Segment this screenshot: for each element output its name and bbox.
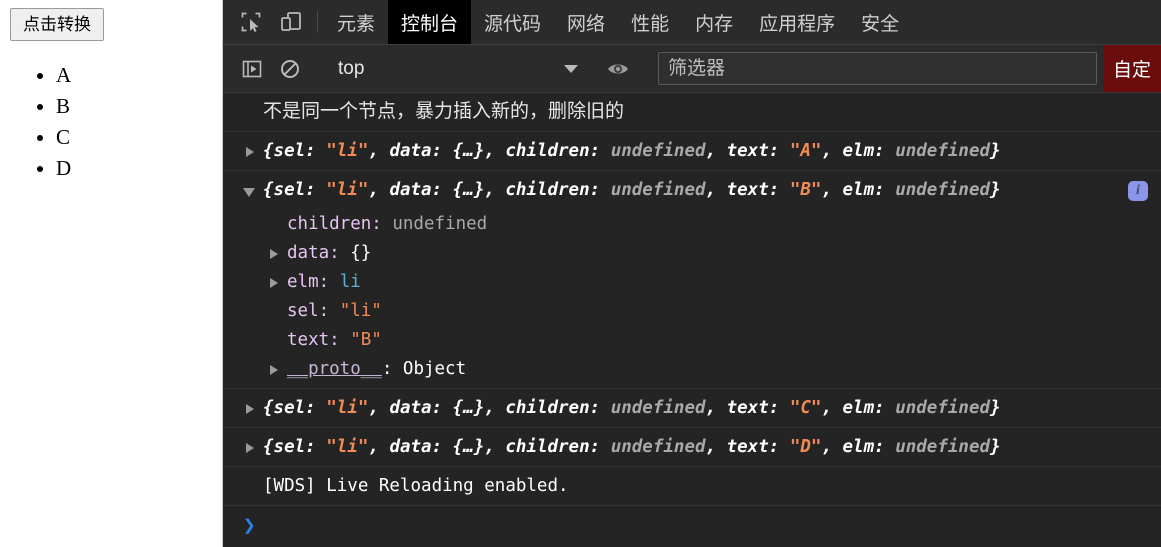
tab-elements[interactable]: 元素: [324, 0, 388, 44]
devtools-panel: 元素 控制台 源代码 网络 性能 内存 应用程序 安全 top 筛选器 自定 不…: [223, 0, 1161, 547]
tab-memory[interactable]: 内存: [682, 0, 746, 44]
prompt-caret-icon: ❯: [243, 512, 256, 537]
object-property: sel: "li": [287, 301, 382, 321]
chevron-down-icon: [564, 64, 578, 73]
console-message[interactable]: {sel: "li", data: {…}, children: undefin…: [223, 389, 1161, 428]
console-message-expanded[interactable]: {sel: "li", data: {…}, children: undefin…: [223, 171, 1161, 389]
tab-console[interactable]: 控制台: [388, 0, 472, 44]
letter-list: A B C D: [0, 60, 71, 184]
log-level-button[interactable]: 自定: [1102, 45, 1161, 92]
convert-button[interactable]: 点击转换: [10, 8, 104, 41]
object-property: data: {}: [287, 243, 372, 263]
console-message-list[interactable]: 不是同一个节点，暴力插入新的，删除旧的 {sel: "li", data: {……: [223, 93, 1161, 547]
console-message[interactable]: {sel: "li", data: {…}, children: undefin…: [223, 428, 1161, 467]
object-property-row[interactable]: elm: li: [223, 268, 1161, 297]
console-filterbar: top 自定: [223, 45, 1161, 93]
object-property-row[interactable]: sel: "li": [223, 297, 1161, 326]
tab-security[interactable]: 安全: [848, 0, 912, 44]
console-message[interactable]: {sel: "li", data: {…}, children: undefin…: [223, 132, 1161, 171]
object-property-row[interactable]: children: undefined: [223, 210, 1161, 239]
live-expression-eye-icon[interactable]: [599, 50, 637, 88]
object-proto-row[interactable]: __proto__: Object: [223, 355, 1161, 384]
console-message-text: 不是同一个节点，暴力插入新的，删除旧的: [263, 101, 625, 122]
object-preview: {sel: "li", data: {…}, children: undefin…: [263, 141, 1001, 161]
info-icon[interactable]: i: [1128, 181, 1148, 201]
console-message[interactable]: [WDS] Live Reloading enabled.: [223, 467, 1161, 506]
object-property-row[interactable]: text: "B": [223, 326, 1161, 355]
object-preview: {sel: "li", data: {…}, children: undefin…: [263, 437, 1001, 457]
tab-sources[interactable]: 源代码: [471, 0, 554, 44]
devtools-tabbar: 元素 控制台 源代码 网络 性能 内存 应用程序 安全: [223, 0, 1161, 45]
execution-context-label: top: [338, 57, 365, 79]
screen: 点击转换 A B C D 元素 控: [0, 0, 1161, 547]
list-item: B: [56, 91, 71, 122]
object-property: elm: li: [287, 272, 361, 292]
console-prompt[interactable]: ❯: [223, 506, 1161, 544]
execution-context-select[interactable]: top: [326, 52, 586, 86]
object-property: children: undefined: [287, 214, 488, 234]
list-item: D: [56, 153, 71, 184]
list-item: A: [56, 60, 71, 91]
object-property: __proto__: Object: [287, 359, 467, 379]
clear-console-icon[interactable]: [271, 50, 309, 88]
object-property: text: "B": [287, 330, 382, 350]
device-toolbar-icon[interactable]: [271, 0, 311, 44]
console-sidebar-icon[interactable]: [233, 50, 271, 88]
object-preview: {sel: "li", data: {…}, children: undefin…: [263, 180, 1001, 200]
tab-performance[interactable]: 性能: [618, 0, 682, 44]
inspect-element-icon[interactable]: [231, 0, 271, 44]
object-property-row[interactable]: data: {}: [223, 239, 1161, 268]
console-message[interactable]: 不是同一个节点，暴力插入新的，删除旧的: [223, 93, 1161, 132]
console-message[interactable]: {sel: "li", data: {…}, children: undefin…: [223, 171, 1161, 210]
filter-input[interactable]: [658, 52, 1097, 85]
page-preview-pane: 点击转换 A B C D: [0, 0, 223, 547]
toolbar-divider: [317, 11, 318, 33]
console-message-text: [WDS] Live Reloading enabled.: [263, 476, 569, 496]
tab-network[interactable]: 网络: [554, 0, 618, 44]
tab-application[interactable]: 应用程序: [746, 0, 848, 44]
list-item: C: [56, 122, 71, 153]
object-preview: {sel: "li", data: {…}, children: undefin…: [263, 398, 1001, 418]
